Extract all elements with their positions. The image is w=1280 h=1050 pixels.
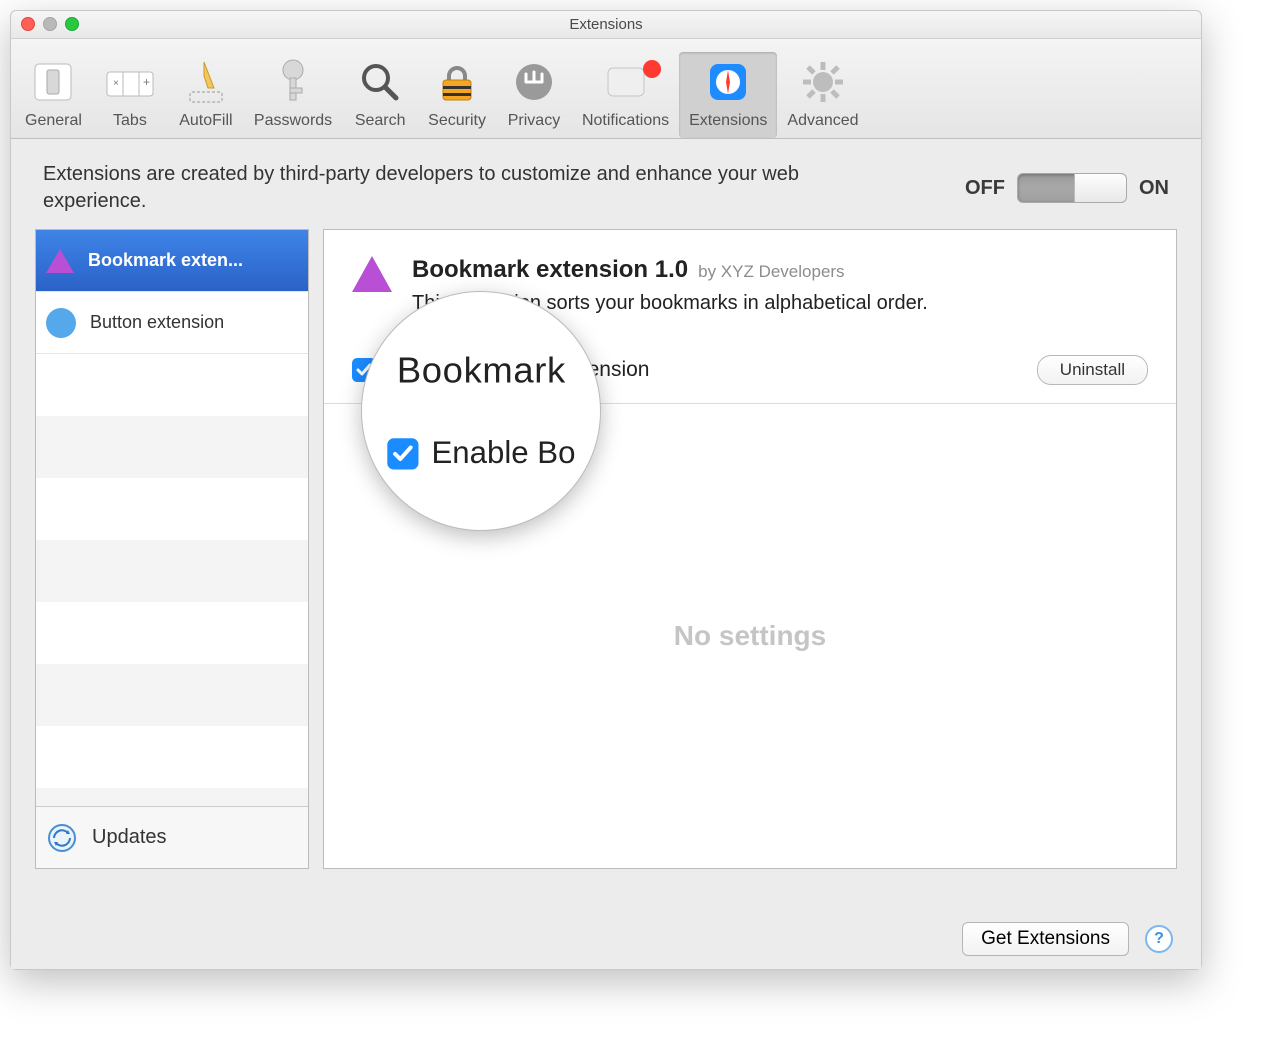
sidebar-item-bookmark[interactable]: Bookmark exten... xyxy=(36,230,308,292)
no-settings-label: No settings xyxy=(674,620,826,652)
circle-icon xyxy=(46,308,76,338)
toolbar-label: General xyxy=(25,112,82,130)
sidebar-item-button[interactable]: Button extension xyxy=(36,292,308,354)
toggle-off-label: OFF xyxy=(965,177,1005,200)
extension-icon xyxy=(352,256,392,292)
help-button[interactable]: ? xyxy=(1145,925,1173,953)
updates-icon xyxy=(46,822,78,854)
extension-author: by XYZ Developers xyxy=(698,262,844,282)
footer: Get Extensions ? xyxy=(11,909,1201,969)
toggle-knob xyxy=(1074,174,1126,202)
close-icon[interactable] xyxy=(21,17,35,31)
toolbar-label: Privacy xyxy=(508,112,560,130)
general-icon xyxy=(25,56,81,108)
toolbar-label: AutoFill xyxy=(179,112,232,130)
minimize-icon[interactable] xyxy=(43,17,57,31)
magnifier-enable: Enable Bo xyxy=(387,436,575,472)
window-title: Extensions xyxy=(11,11,1201,39)
intro-row: Extensions are created by third-party de… xyxy=(11,139,1201,229)
privacy-icon xyxy=(506,56,562,108)
passwords-icon xyxy=(265,56,321,108)
tab-security[interactable]: Security xyxy=(418,52,496,138)
zoom-icon[interactable] xyxy=(65,17,79,31)
preferences-window: Extensions General ×+ Tabs AutoFill xyxy=(10,10,1202,970)
uninstall-button[interactable]: Uninstall xyxy=(1037,355,1148,385)
magnifier-enable-label: Enable Bo xyxy=(431,436,575,472)
security-icon xyxy=(429,56,485,108)
toolbar: General ×+ Tabs AutoFill Passwords Searc… xyxy=(11,39,1201,139)
svg-text:+: + xyxy=(143,75,150,89)
window-controls xyxy=(21,17,79,31)
toolbar-label: Tabs xyxy=(113,112,147,130)
tab-passwords[interactable]: Passwords xyxy=(244,52,342,138)
extensions-sidebar: Bookmark exten... Button extension Updat… xyxy=(35,229,309,869)
toolbar-label: Advanced xyxy=(787,112,858,130)
tab-extensions[interactable]: Extensions xyxy=(679,52,777,138)
toggle-on-label: ON xyxy=(1139,177,1169,200)
tab-advanced[interactable]: Advanced xyxy=(777,52,868,138)
autofill-icon xyxy=(178,56,234,108)
tabs-icon: ×+ xyxy=(102,56,158,108)
tab-tabs[interactable]: ×+ Tabs xyxy=(92,52,168,138)
tab-privacy[interactable]: Privacy xyxy=(496,52,572,138)
tab-notifications[interactable]: Notifications xyxy=(572,52,679,138)
checkbox-icon xyxy=(387,438,418,469)
magnifier-overlay: Bookmark Enable Bo xyxy=(361,291,601,531)
magnifier-title: Bookmark xyxy=(396,350,565,392)
toolbar-label: Search xyxy=(355,112,406,130)
toolbar-label: Extensions xyxy=(689,112,767,130)
tab-autofill[interactable]: AutoFill xyxy=(168,52,244,138)
updates-label: Updates xyxy=(92,826,167,849)
extension-title: Bookmark extension 1.0 xyxy=(412,256,688,284)
notification-badge-icon xyxy=(643,60,661,78)
tab-general[interactable]: General xyxy=(15,52,92,138)
advanced-icon xyxy=(795,56,851,108)
toolbar-label: Passwords xyxy=(254,112,332,130)
get-extensions-button[interactable]: Get Extensions xyxy=(962,922,1129,956)
titlebar: Extensions xyxy=(11,11,1201,39)
main-split: Bookmark exten... Button extension Updat… xyxy=(11,229,1201,869)
tab-search[interactable]: Search xyxy=(342,52,418,138)
sidebar-updates[interactable]: Updates xyxy=(36,806,308,868)
extensions-master-toggle[interactable] xyxy=(1017,173,1127,203)
sidebar-empty xyxy=(36,354,308,806)
svg-text:×: × xyxy=(113,78,119,89)
triangle-icon xyxy=(46,249,74,273)
toolbar-label: Security xyxy=(428,112,486,130)
sidebar-item-label: Bookmark exten... xyxy=(88,250,243,271)
extensions-icon xyxy=(700,56,756,108)
search-icon xyxy=(352,56,408,108)
toolbar-label: Notifications xyxy=(582,112,669,130)
intro-text: Extensions are created by third-party de… xyxy=(43,161,803,215)
master-toggle: OFF ON xyxy=(965,173,1169,203)
sidebar-item-label: Button extension xyxy=(90,312,224,333)
